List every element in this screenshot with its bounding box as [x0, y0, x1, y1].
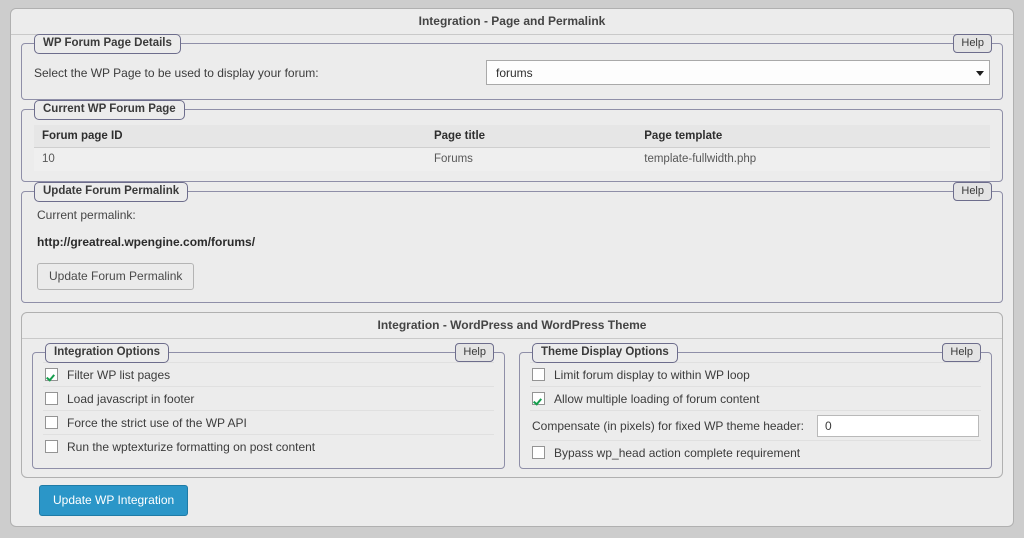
- subpanel-body: Integration Options Help Filter WP list …: [22, 339, 1002, 477]
- help-button-page-details[interactable]: Help: [953, 34, 992, 54]
- checkbox-limit-forum-display[interactable]: [532, 368, 545, 381]
- update-forum-permalink-fieldset: Update Forum Permalink Help Current perm…: [21, 182, 1003, 303]
- theme-display-options-legend: Theme Display Options: [532, 343, 678, 363]
- current-wp-forum-page-fieldset: Current WP Forum Page Forum page ID Page…: [21, 100, 1003, 182]
- integration-wordpress-theme-panel: Integration - WordPress and WordPress Th…: [21, 312, 1003, 478]
- compensate-pixels-label: Compensate (in pixels) for fixed WP them…: [532, 418, 804, 433]
- option-label: Bypass wp_head action complete requireme…: [554, 445, 801, 460]
- column-header-forum-page-id: Forum page ID: [34, 125, 426, 148]
- column-header-page-title: Page title: [425, 125, 637, 148]
- checkbox-bypass-wp-head[interactable]: [532, 446, 545, 459]
- cell-forum-page-id: 10: [34, 147, 426, 171]
- subpanel-title: Integration - WordPress and WordPress Th…: [22, 313, 1002, 339]
- option-limit-forum-display[interactable]: Limit forum display to within WP loop: [530, 362, 981, 386]
- option-compensate-pixels: Compensate (in pixels) for fixed WP them…: [530, 410, 981, 440]
- table-row: 10 Forums template-fullwidth.php: [34, 147, 990, 171]
- wp-forum-page-details-legend: WP Forum Page Details: [34, 34, 181, 54]
- cell-page-title: Forums: [425, 147, 637, 171]
- current-permalink-label: Current permalink:: [37, 208, 136, 222]
- integration-options-fieldset: Integration Options Help Filter WP list …: [32, 343, 505, 469]
- help-button-permalink[interactable]: Help: [953, 182, 992, 202]
- option-force-strict-wp-api[interactable]: Force the strict use of the WP API: [43, 410, 494, 434]
- option-filter-wp-list-pages[interactable]: Filter WP list pages: [43, 362, 494, 386]
- option-label: Allow multiple loading of forum content: [554, 391, 760, 406]
- checkbox-force-strict-wp-api[interactable]: [45, 416, 58, 429]
- compensate-pixels-input[interactable]: [817, 414, 979, 437]
- wp-forum-page-details-fieldset: WP Forum Page Details Help Select the WP…: [21, 34, 1003, 100]
- panel-body: WP Forum Page Details Help Select the WP…: [11, 34, 1013, 526]
- wp-page-select-value: forums: [496, 65, 533, 80]
- integration-options-legend: Integration Options: [45, 343, 170, 363]
- option-label: Run the wptexturize formatting on post c…: [67, 439, 316, 454]
- column-header-page-template: Page template: [636, 125, 990, 148]
- option-label: Filter WP list pages: [67, 367, 171, 382]
- option-label: Force the strict use of the WP API: [67, 415, 247, 430]
- option-run-wptexturize[interactable]: Run the wptexturize formatting on post c…: [43, 434, 494, 458]
- help-button-theme-display-options[interactable]: Help: [942, 343, 981, 363]
- checkbox-load-javascript-in-footer[interactable]: [45, 392, 58, 405]
- wp-page-select-label: Select the WP Page to be used to display…: [34, 65, 319, 80]
- wp-page-select-row: Select the WP Page to be used to display…: [34, 54, 990, 89]
- update-wp-integration-button[interactable]: Update WP Integration: [39, 485, 189, 516]
- option-bypass-wp-head[interactable]: Bypass wp_head action complete requireme…: [530, 440, 981, 464]
- panel-title: Integration - Page and Permalink: [11, 9, 1013, 35]
- integration-page-permalink-panel: Integration - Page and Permalink WP Foru…: [10, 8, 1014, 527]
- update-forum-permalink-button[interactable]: Update Forum Permalink: [37, 263, 195, 290]
- wp-page-select[interactable]: forums: [486, 60, 990, 85]
- table-header-row: Forum page ID Page title Page template: [34, 125, 990, 148]
- submit-row: Update WP Integration: [21, 478, 1003, 516]
- cell-page-template: template-fullwidth.php: [636, 147, 990, 171]
- theme-display-options-fieldset: Theme Display Options Help Limit forum d…: [519, 343, 992, 469]
- current-forum-page-table: Forum page ID Page title Page template 1…: [34, 125, 990, 171]
- current-wp-forum-page-legend: Current WP Forum Page: [34, 100, 185, 120]
- help-button-integration-options[interactable]: Help: [455, 343, 494, 363]
- option-label: Load javascript in footer: [67, 391, 195, 406]
- checkbox-run-wptexturize[interactable]: [45, 440, 58, 453]
- option-allow-multiple-loading[interactable]: Allow multiple loading of forum content: [530, 386, 981, 410]
- checkbox-filter-wp-list-pages[interactable]: [45, 368, 58, 381]
- option-label: Limit forum display to within WP loop: [554, 367, 750, 382]
- chevron-down-icon: [976, 70, 984, 76]
- settings-page: Integration - Page and Permalink WP Foru…: [0, 0, 1024, 538]
- current-permalink-value: http://greatreal.wpengine.com/forums/: [37, 235, 256, 249]
- update-forum-permalink-legend: Update Forum Permalink: [34, 182, 189, 202]
- checkbox-allow-multiple-loading[interactable]: [532, 392, 545, 405]
- option-load-javascript-in-footer[interactable]: Load javascript in footer: [43, 386, 494, 410]
